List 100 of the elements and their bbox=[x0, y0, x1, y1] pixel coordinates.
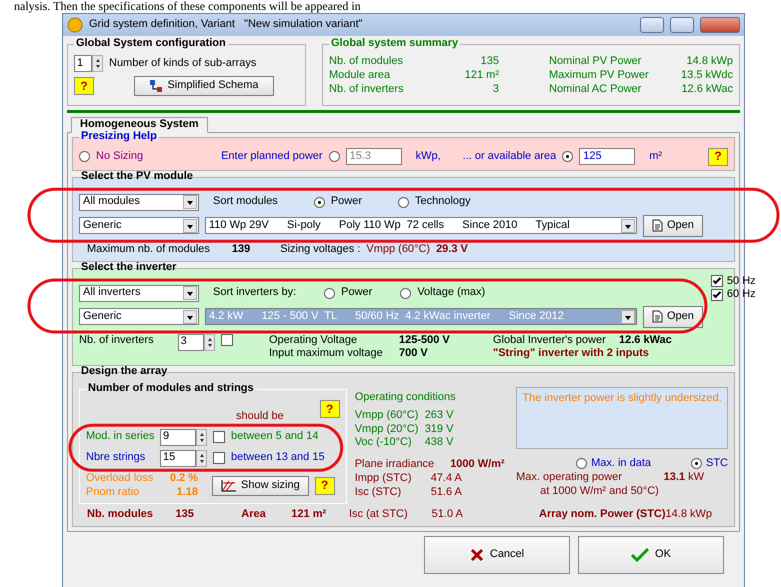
option-label: STC bbox=[706, 457, 728, 471]
sort-label: Sort inverters by: bbox=[213, 286, 296, 300]
spinner-icon[interactable] bbox=[204, 334, 215, 350]
field-label: Input maximum voltage bbox=[269, 347, 383, 361]
group-title: Global System configuration bbox=[74, 37, 228, 51]
option-label: Enter planned power bbox=[221, 150, 323, 164]
field-label: Vmpp (60°C) bbox=[354, 408, 420, 422]
field-value: 51.0 A bbox=[432, 508, 463, 522]
field-value: 1000 W/m² bbox=[450, 458, 505, 472]
summary-value: 12.6 kWac bbox=[680, 82, 733, 96]
open-button[interactable]: Open bbox=[643, 306, 703, 328]
radio-button[interactable] bbox=[324, 288, 336, 298]
radio-button[interactable] bbox=[691, 458, 702, 470]
field-value: 51.6 A bbox=[430, 486, 463, 500]
summary-value: 121 m² bbox=[464, 68, 499, 82]
field-value: 139 bbox=[232, 242, 250, 256]
checkmark-icon bbox=[631, 548, 650, 562]
help-button[interactable]: ? bbox=[314, 476, 335, 494]
dropdown[interactable]: 110 Wp 29V Si-poly Poly 110 Wp 72 cells Since 2010 Typical bbox=[205, 217, 637, 234]
number-field[interactable]: 9 bbox=[160, 428, 196, 446]
field-value: 47.4 A bbox=[430, 472, 463, 486]
help-button[interactable]: ? bbox=[74, 77, 94, 95]
number-field[interactable]: 3 bbox=[178, 334, 204, 350]
unit-label: m² bbox=[649, 150, 662, 164]
field-label: Mod. in series bbox=[86, 430, 154, 444]
schema-button[interactable]: Simplified Schema bbox=[134, 76, 274, 96]
summary-label: Nominal PV Power bbox=[549, 55, 642, 69]
dropdown[interactable]: All inverters bbox=[79, 284, 199, 302]
field-label: Isc (STC) bbox=[354, 486, 402, 500]
checkbox[interactable] bbox=[710, 289, 723, 302]
field-label: Global Inverter's power bbox=[493, 334, 606, 348]
sort-label: Sort modules bbox=[213, 195, 278, 210]
total-label: Nb. modules bbox=[86, 508, 154, 522]
checkbox[interactable] bbox=[710, 275, 723, 288]
message-box: The inverter power is slightly undersized. bbox=[516, 387, 728, 449]
dropdown[interactable]: Generic bbox=[79, 308, 199, 325]
dropdown[interactable]: Generic bbox=[79, 217, 199, 234]
chart-icon bbox=[221, 479, 237, 492]
radio-button[interactable] bbox=[79, 151, 90, 162]
radio-button[interactable] bbox=[398, 196, 409, 208]
option-label: Power bbox=[341, 286, 372, 300]
number-field[interactable]: 15 bbox=[160, 450, 196, 467]
cancel-button[interactable]: Cancel bbox=[424, 536, 570, 574]
group-title: Number of modules and strings bbox=[86, 382, 256, 396]
field-label: Isc (at STC) bbox=[349, 508, 408, 522]
summary-label: Nominal AC Power bbox=[549, 82, 642, 96]
range-label: between 5 and 14 bbox=[231, 430, 318, 444]
range-label: between 13 and 15 bbox=[231, 451, 325, 466]
text-field[interactable]: 125 bbox=[579, 148, 636, 166]
field-label: Nbre strings bbox=[86, 451, 146, 466]
maximize-button[interactable] bbox=[670, 17, 694, 33]
field-value: 0.2 % bbox=[168, 472, 198, 486]
app-icon bbox=[67, 17, 83, 33]
file-icon bbox=[652, 310, 663, 323]
total-label: Area bbox=[240, 508, 267, 522]
summary-label: Module area bbox=[329, 68, 392, 82]
field-label: Plane irradiance bbox=[354, 458, 434, 472]
field-label: Overload loss bbox=[86, 472, 154, 486]
help-button[interactable]: ? bbox=[320, 400, 340, 418]
field-label: Max. operating power bbox=[516, 470, 622, 484]
text-field[interactable]: 15.3 bbox=[346, 148, 402, 166]
help-button[interactable]: ? bbox=[708, 148, 728, 166]
document-text: nalysis. Then the specifications of these components will be appeared in bbox=[13, 0, 362, 13]
spinner-icon[interactable] bbox=[196, 428, 207, 446]
open-button[interactable]: Open bbox=[643, 214, 703, 237]
file-icon bbox=[652, 219, 663, 232]
field-label: Sizing voltages : bbox=[280, 242, 360, 256]
field-value: 1.18 bbox=[176, 486, 198, 500]
radio-button[interactable] bbox=[576, 458, 588, 470]
radio-button[interactable] bbox=[400, 288, 412, 298]
field-label: Maximum nb. of modules bbox=[87, 242, 210, 256]
show-sizing-button[interactable]: Show sizing bbox=[212, 476, 309, 496]
checkbox[interactable] bbox=[220, 334, 233, 346]
summary-value: 13.5 kWdc bbox=[680, 68, 733, 82]
field-label: Pnom ratio bbox=[86, 486, 140, 500]
option-label: Technology bbox=[415, 195, 471, 210]
option-label: ... or available area bbox=[462, 150, 556, 164]
group-title: Select the PV module bbox=[80, 170, 194, 184]
summary-label: Nb. of modules bbox=[329, 55, 404, 69]
field-label: Vmpp (20°C) bbox=[354, 422, 420, 436]
radio-button[interactable] bbox=[314, 196, 325, 208]
summary-label: Maximum PV Power bbox=[549, 68, 650, 82]
field-label: Number of kinds of sub-arrays bbox=[109, 56, 256, 70]
dropdown[interactable]: All modules bbox=[79, 194, 199, 211]
radio-button[interactable] bbox=[562, 151, 574, 162]
checkbox[interactable] bbox=[213, 452, 225, 464]
spinner-icon[interactable] bbox=[196, 450, 207, 467]
radio-button[interactable] bbox=[328, 151, 340, 162]
field-value: 700 V bbox=[399, 347, 428, 361]
field-value: 319 V bbox=[424, 422, 454, 436]
field-value: 263 V bbox=[424, 408, 454, 422]
minimize-button[interactable] bbox=[640, 17, 664, 33]
summary-value: 3 bbox=[492, 82, 499, 96]
checkbox[interactable] bbox=[213, 431, 225, 444]
cross-icon bbox=[470, 548, 484, 562]
ok-button[interactable]: OK bbox=[578, 536, 724, 574]
total-value: 121 m² bbox=[291, 508, 328, 522]
option-label: No Sizing bbox=[96, 150, 144, 164]
number-field[interactable]: 1 bbox=[74, 55, 92, 72]
spinner-icon[interactable] bbox=[92, 55, 103, 72]
